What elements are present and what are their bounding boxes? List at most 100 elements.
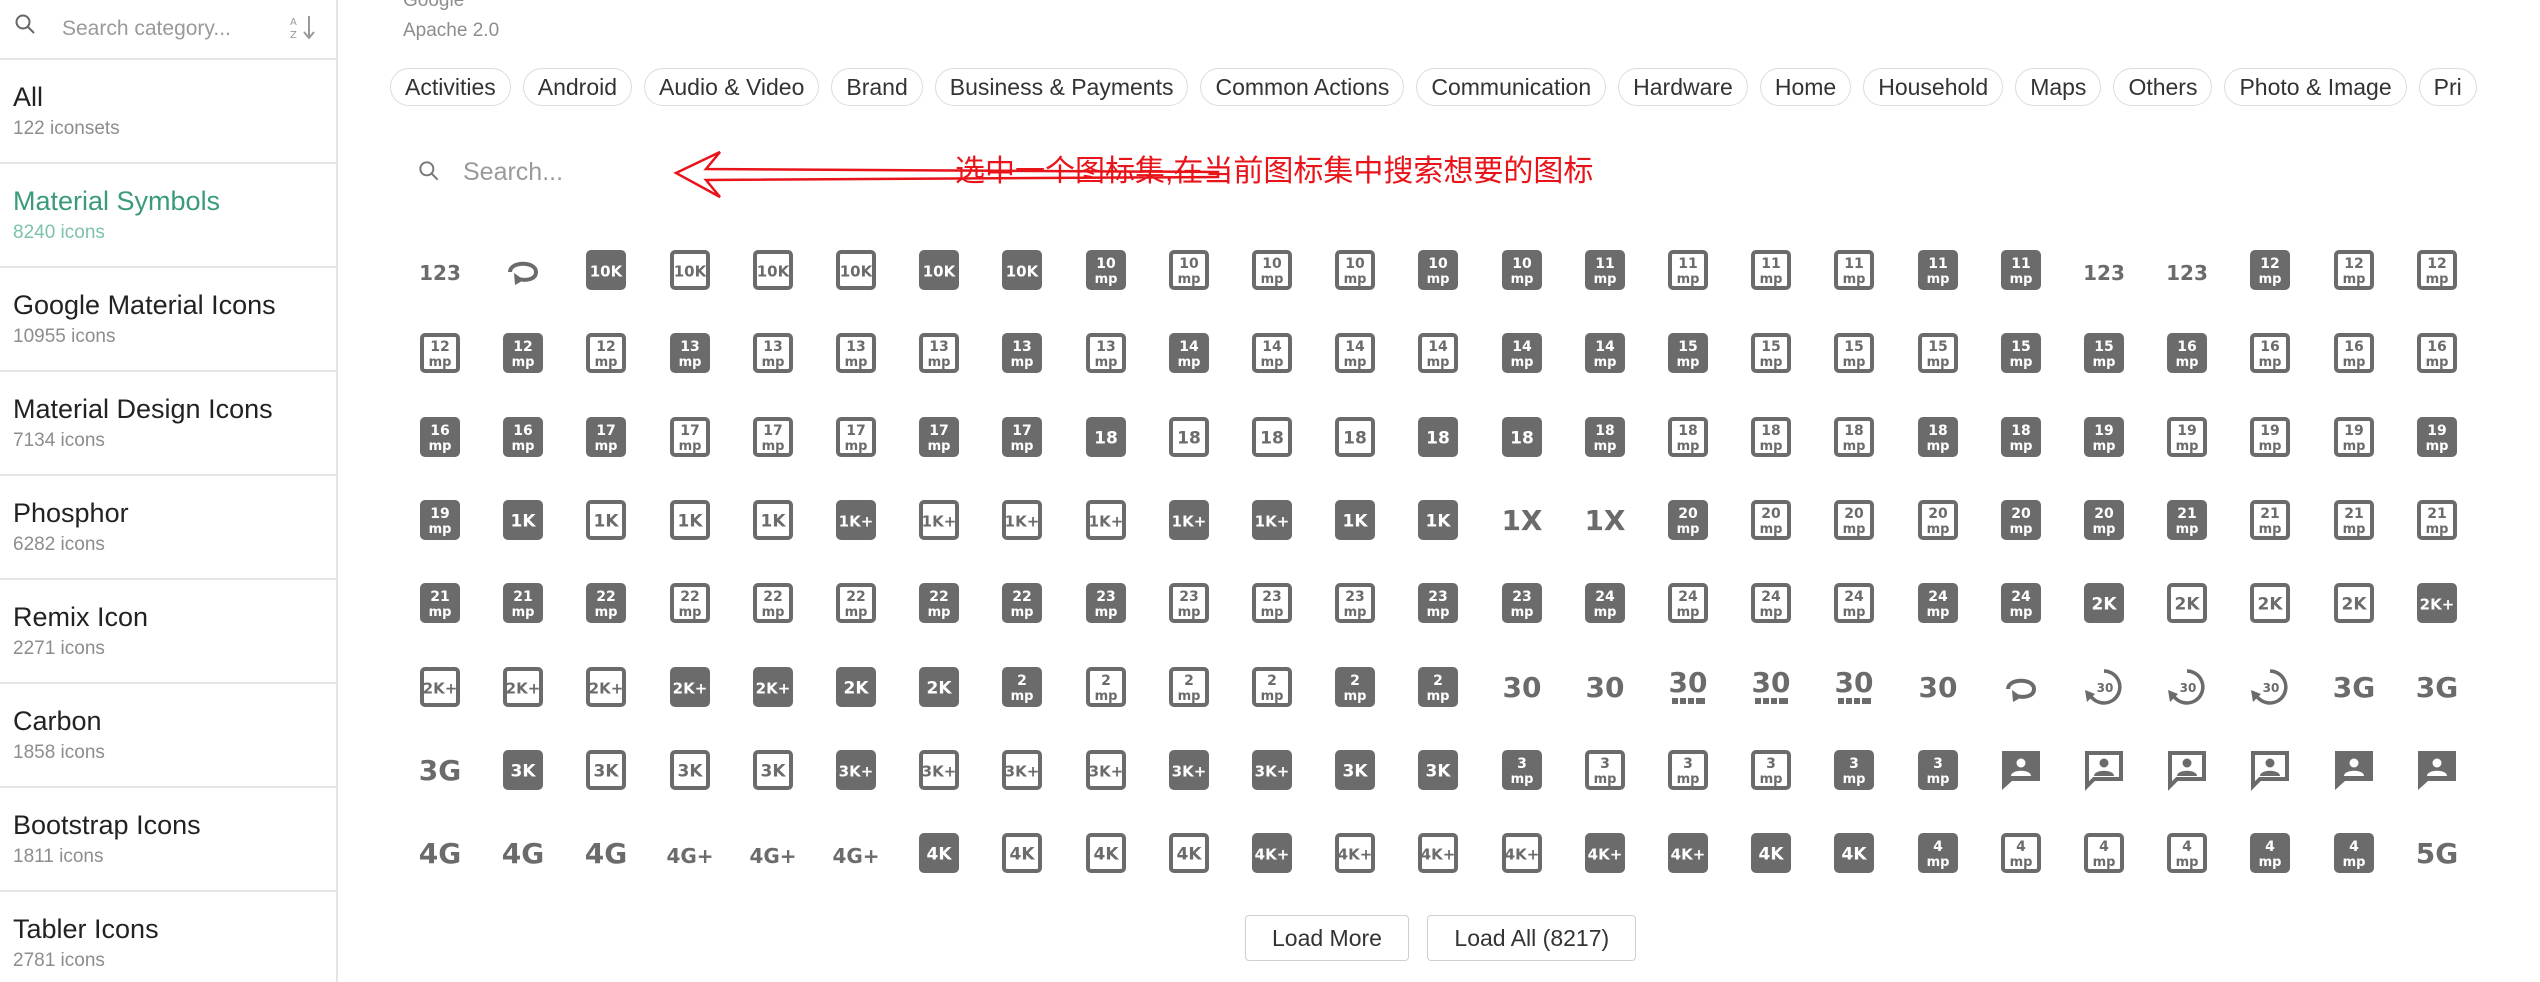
- icon-tile[interactable]: 12 mp: [416, 329, 464, 377]
- icon-tile[interactable]: 22 mp: [666, 579, 714, 627]
- icon-tile[interactable]: 4G: [582, 829, 630, 877]
- icon-tile[interactable]: 24 mp: [1664, 579, 1712, 627]
- icon-tile[interactable]: 3 mp: [1747, 746, 1795, 794]
- icon-tile[interactable]: 3K: [1331, 746, 1379, 794]
- icon-tile[interactable]: 4K+: [1414, 829, 1462, 877]
- icon-tile[interactable]: 4 mp: [2246, 829, 2294, 877]
- icon-tile[interactable]: 5G: [2413, 829, 2461, 877]
- icon-tile[interactable]: 13 mp: [749, 329, 797, 377]
- icon-tile[interactable]: 10K: [915, 246, 963, 294]
- category-chip[interactable]: Pri: [2418, 68, 2477, 106]
- icon-tile[interactable]: 21 mp: [2330, 496, 2378, 544]
- category-search-input[interactable]: [60, 6, 284, 52]
- icon-tile[interactable]: 23 mp: [1331, 579, 1379, 627]
- icon-tile[interactable]: 24 mp: [1914, 579, 1962, 627]
- icon-tile[interactable]: 30: [2163, 663, 2211, 711]
- icon-tile[interactable]: 10K: [998, 246, 1046, 294]
- icon-tile[interactable]: 11 mp: [1830, 246, 1878, 294]
- icon-tile[interactable]: 23 mp: [1248, 579, 1296, 627]
- icon-tile[interactable]: 3K+: [998, 746, 1046, 794]
- sidebar-item[interactable]: Material Symbols 8240 icons: [0, 164, 336, 268]
- icon-tile[interactable]: 17 mp: [998, 413, 1046, 461]
- icon-tile[interactable]: 10 mp: [1248, 246, 1296, 294]
- icon-tile[interactable]: 2K+: [582, 663, 630, 711]
- icon-tile[interactable]: 18 mp: [1914, 413, 1962, 461]
- icon-tile[interactable]: 15 mp: [1747, 329, 1795, 377]
- icon-tile[interactable]: 1K+: [832, 496, 880, 544]
- icon-tile[interactable]: 3G: [2413, 663, 2461, 711]
- icon-tile[interactable]: [2080, 746, 2128, 794]
- icon-tile[interactable]: 24 mp: [1997, 579, 2045, 627]
- icon-tile[interactable]: 4 mp: [1914, 829, 1962, 877]
- icon-tile[interactable]: 22 mp: [998, 579, 1046, 627]
- icon-tile[interactable]: 30: [2246, 663, 2294, 711]
- load-all-button[interactable]: Load All (8217): [1427, 915, 1637, 961]
- category-chip[interactable]: Hardware: [1618, 68, 1748, 106]
- icon-tile[interactable]: 30: [1830, 663, 1878, 711]
- icon-tile[interactable]: 3K: [499, 746, 547, 794]
- sidebar-item[interactable]: Google Material Icons 10955 icons: [0, 268, 336, 372]
- sidebar-item[interactable]: Carbon 1858 icons: [0, 684, 336, 788]
- icon-tile[interactable]: 10 mp: [1414, 246, 1462, 294]
- icon-tile[interactable]: 1K: [499, 496, 547, 544]
- icon-tile[interactable]: 1K: [1414, 496, 1462, 544]
- icon-tile[interactable]: 13 mp: [915, 329, 963, 377]
- category-chip[interactable]: Maps: [2015, 68, 2102, 106]
- icon-tile[interactable]: 24 mp: [1581, 579, 1629, 627]
- icon-tile[interactable]: 2K: [2163, 579, 2211, 627]
- icon-tile[interactable]: 14 mp: [1581, 329, 1629, 377]
- icon-tile[interactable]: 3 mp: [1664, 746, 1712, 794]
- icon-tile[interactable]: 16 mp: [2246, 329, 2294, 377]
- icon-tile[interactable]: 23 mp: [1498, 579, 1546, 627]
- sidebar-item[interactable]: All 122 iconsets: [0, 60, 336, 164]
- icon-tile[interactable]: 4K+: [1581, 829, 1629, 877]
- icon-tile[interactable]: 17 mp: [582, 413, 630, 461]
- icon-tile[interactable]: 15 mp: [2080, 329, 2128, 377]
- category-chip[interactable]: Others: [2113, 68, 2213, 106]
- icon-tile[interactable]: 21 mp: [2163, 496, 2211, 544]
- icon-tile[interactable]: 12 mp: [2246, 246, 2294, 294]
- category-chip[interactable]: Photo & Image: [2224, 68, 2407, 106]
- icon-tile[interactable]: 3K: [666, 746, 714, 794]
- icon-tile[interactable]: 21 mp: [416, 579, 464, 627]
- icon-tile[interactable]: 3K: [749, 746, 797, 794]
- icon-tile[interactable]: 123: [2080, 246, 2128, 294]
- icon-tile[interactable]: 2K: [915, 663, 963, 711]
- icon-tile[interactable]: 2 mp: [1414, 663, 1462, 711]
- icon-tile[interactable]: [1997, 746, 2045, 794]
- icon-tile[interactable]: 4K+: [1331, 829, 1379, 877]
- sidebar-item[interactable]: Material Design Icons 7134 icons: [0, 372, 336, 476]
- sidebar-item[interactable]: Phosphor 6282 icons: [0, 476, 336, 580]
- category-chip[interactable]: Communication: [1416, 68, 1607, 106]
- icon-tile[interactable]: 22 mp: [749, 579, 797, 627]
- icon-tile[interactable]: 10 mp: [1498, 246, 1546, 294]
- icon-tile[interactable]: 3 mp: [1830, 746, 1878, 794]
- icon-tile[interactable]: 2 mp: [998, 663, 1046, 711]
- icon-tile[interactable]: 21 mp: [499, 579, 547, 627]
- icon-tile[interactable]: 3G: [416, 746, 464, 794]
- icon-tile[interactable]: 123: [416, 246, 464, 294]
- icon-tile[interactable]: 1K+: [1082, 496, 1130, 544]
- sidebar-item[interactable]: Remix Icon 2271 icons: [0, 580, 336, 684]
- icon-tile[interactable]: 12 mp: [2330, 246, 2378, 294]
- icon-tile[interactable]: 2K+: [666, 663, 714, 711]
- icon-tile[interactable]: 19 mp: [2246, 413, 2294, 461]
- icon-tile[interactable]: 3K+: [1165, 746, 1213, 794]
- icon-tile[interactable]: 2K+: [749, 663, 797, 711]
- icon-tile[interactable]: 12 mp: [2413, 246, 2461, 294]
- icon-tile[interactable]: 13 mp: [666, 329, 714, 377]
- icon-tile[interactable]: 18: [1165, 413, 1213, 461]
- icon-tile[interactable]: 1K+: [998, 496, 1046, 544]
- icon-tile[interactable]: 22 mp: [915, 579, 963, 627]
- icon-tile[interactable]: 18 mp: [1997, 413, 2045, 461]
- icon-tile[interactable]: 2K: [2080, 579, 2128, 627]
- category-chip[interactable]: Activities: [390, 68, 511, 106]
- icon-tile[interactable]: 12 mp: [582, 329, 630, 377]
- icon-tile[interactable]: [2413, 746, 2461, 794]
- icon-tile[interactable]: 22 mp: [832, 579, 880, 627]
- icon-tile[interactable]: 2 mp: [1331, 663, 1379, 711]
- category-chip[interactable]: Audio & Video: [644, 68, 820, 106]
- icon-tile[interactable]: 23 mp: [1082, 579, 1130, 627]
- icon-tile[interactable]: [2246, 746, 2294, 794]
- icon-tile[interactable]: 17 mp: [915, 413, 963, 461]
